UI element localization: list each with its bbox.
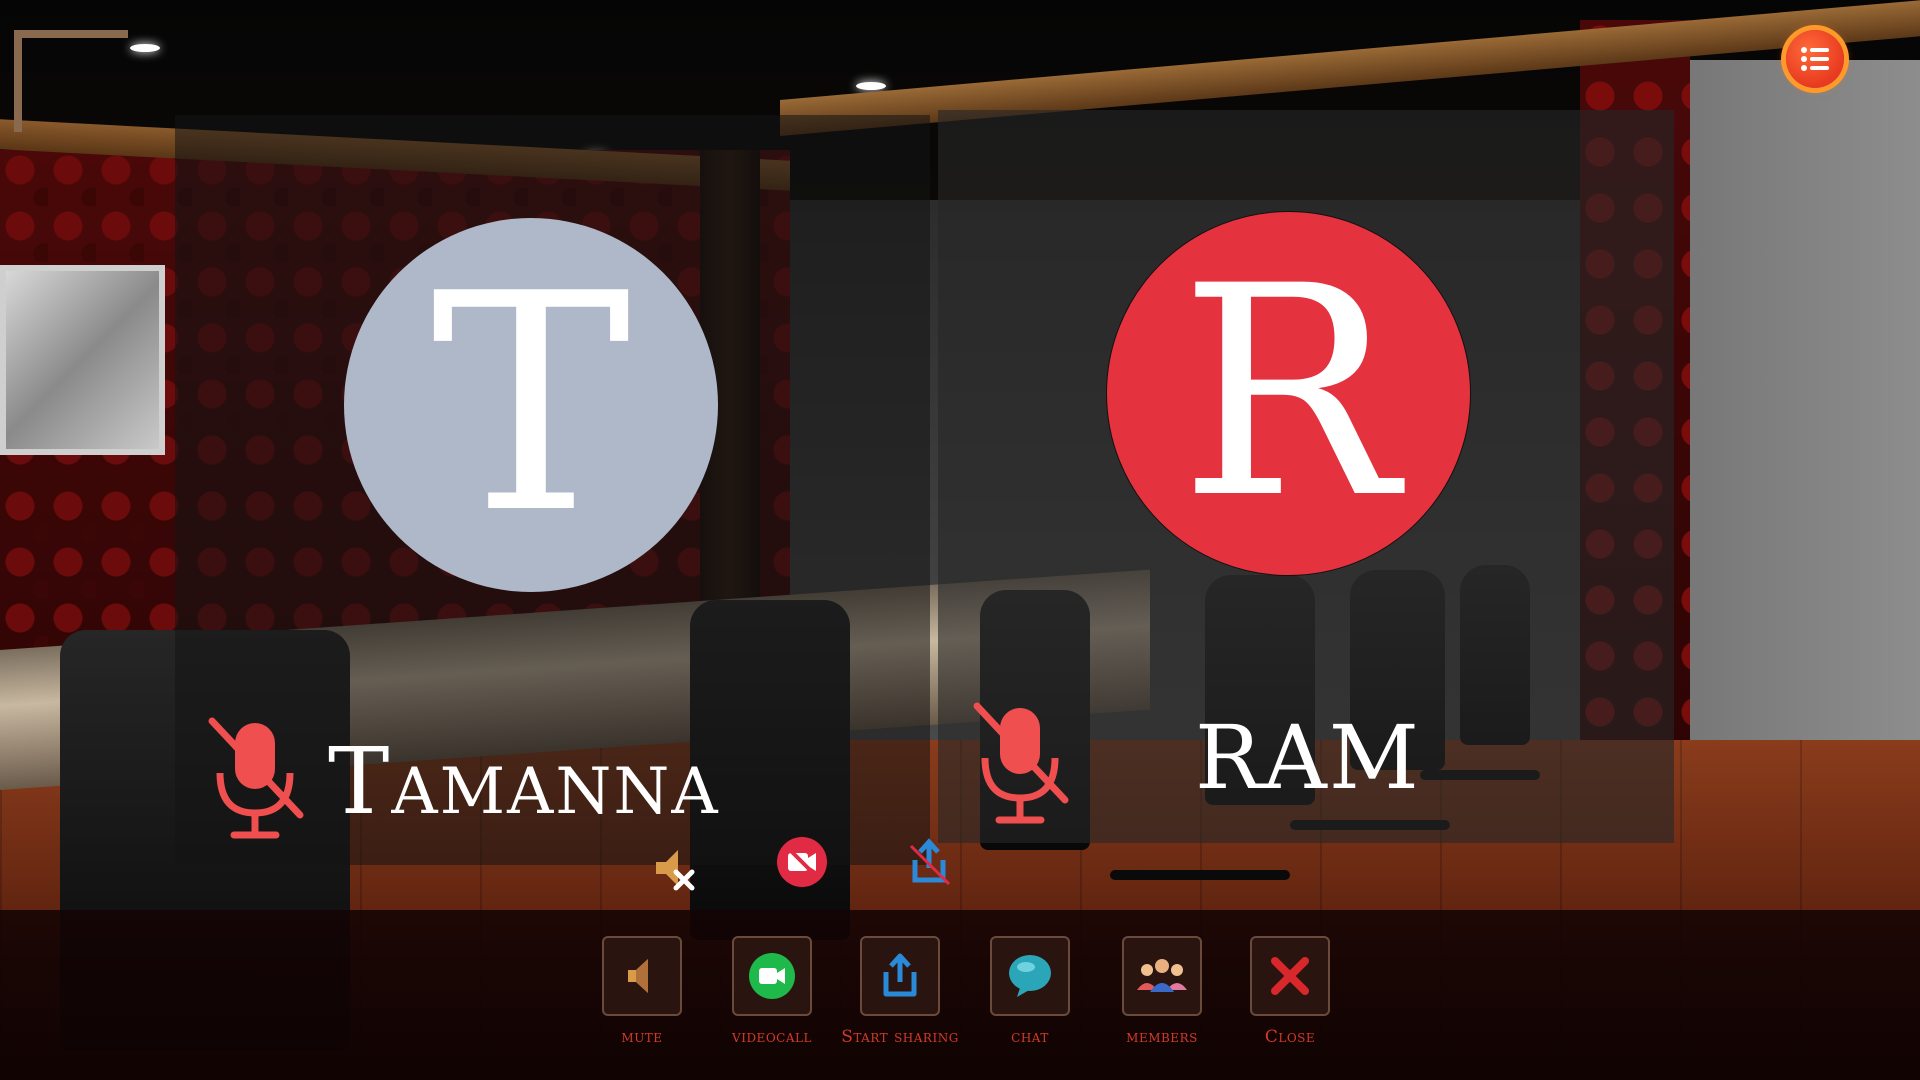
participant-avatar: T	[344, 218, 718, 592]
microphone-off-icon	[973, 702, 1069, 824]
video-camera-icon	[749, 953, 795, 999]
start-sharing-label: Start sharing	[841, 1027, 959, 1047]
list-icon	[1801, 47, 1829, 71]
close-button[interactable]: Close	[1230, 936, 1350, 1047]
menu-button[interactable]	[1786, 30, 1844, 88]
ceiling-light	[130, 44, 160, 52]
participant-name: Tamanna	[328, 728, 720, 835]
start-sharing-button[interactable]: Start sharing	[840, 936, 960, 1047]
participant-name: RAM	[1195, 706, 1421, 809]
avatar-initial: T	[430, 230, 632, 579]
mute-button[interactable]: mute	[582, 936, 702, 1047]
share-upload-icon	[883, 953, 917, 997]
bottom-toolbar	[0, 910, 1920, 1080]
microphone-off-icon	[208, 717, 304, 839]
video-off-status-icon	[776, 836, 828, 888]
x-icon	[1271, 957, 1309, 995]
avatar-initial: R	[1179, 224, 1398, 562]
speech-bubble-icon	[1009, 955, 1051, 997]
speaker-icon	[628, 959, 648, 993]
share-off-status-icon	[903, 836, 955, 888]
muted-speaker-status-icon	[646, 842, 698, 894]
close-button-frame[interactable]	[1250, 936, 1330, 1016]
participant-avatar: R	[1106, 211, 1471, 576]
mute-button-frame[interactable]	[602, 936, 682, 1016]
wall-painting	[0, 265, 165, 455]
videocall-button-frame[interactable]	[732, 936, 812, 1016]
videocall-label: videocall	[732, 1027, 812, 1047]
videocall-button[interactable]: videocall	[712, 936, 832, 1047]
chat-label: chat	[1011, 1027, 1049, 1047]
members-button[interactable]: members	[1102, 936, 1222, 1047]
chat-button[interactable]: chat	[970, 936, 1090, 1047]
mute-label: mute	[621, 1027, 663, 1047]
members-label: members	[1126, 1027, 1198, 1047]
chair-base	[1110, 870, 1290, 880]
start-sharing-button-frame[interactable]	[860, 936, 940, 1016]
ceiling-light	[856, 82, 886, 90]
members-button-frame[interactable]	[1122, 936, 1202, 1016]
group-icon	[1137, 959, 1187, 992]
corner-frame	[14, 30, 128, 132]
chat-button-frame[interactable]	[990, 936, 1070, 1016]
close-label: Close	[1264, 1027, 1316, 1047]
